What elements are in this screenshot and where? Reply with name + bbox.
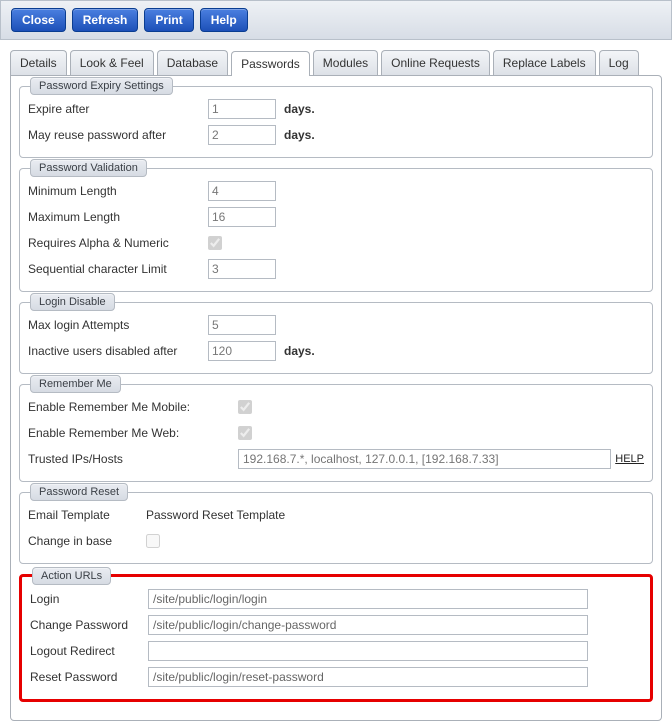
inactive-unit: days. [284,344,315,358]
logout-url-input[interactable] [148,641,588,661]
expire-after-input[interactable] [208,99,276,119]
fieldset-password-validation: Password Validation Minimum Length Maxim… [19,168,653,292]
row-may-reuse: May reuse password after days. [28,123,644,147]
row-reset-pw-url: Reset Password [30,665,642,689]
change-in-base-checkbox[interactable] [146,534,160,548]
row-inactive: Inactive users disabled after days. [28,339,644,363]
requires-alnum-label: Requires Alpha & Numeric [28,236,208,250]
fieldset-action-urls: Action URLs Login Change Password Logout… [19,574,653,702]
seq-limit-input[interactable] [208,259,276,279]
may-reuse-unit: days. [284,128,315,142]
close-button[interactable]: Close [11,8,66,32]
tab-database[interactable]: Database [157,50,228,75]
row-change-in-base: Change in base [28,529,644,553]
email-template-value: Password Reset Template [146,508,285,522]
trusted-ips-help-link[interactable]: HELP [615,453,644,465]
remember-mobile-checkbox[interactable] [238,400,252,414]
inactive-input[interactable] [208,341,276,361]
remember-web-checkbox[interactable] [238,426,252,440]
expire-after-unit: days. [284,102,315,116]
tab-log[interactable]: Log [599,50,639,75]
tab-modules[interactable]: Modules [313,50,378,75]
login-url-input[interactable] [148,589,588,609]
row-expire-after: Expire after days. [28,97,644,121]
help-button[interactable]: Help [200,8,248,32]
fieldset-title: Login Disable [30,293,115,311]
row-change-pw-url: Change Password [30,613,642,637]
requires-alnum-checkbox[interactable] [208,236,222,250]
seq-limit-label: Sequential character Limit [28,262,208,276]
fieldset-login-disable: Login Disable Max login Attempts Inactiv… [19,302,653,374]
fieldset-password-reset: Password Reset Email Template Password R… [19,492,653,564]
fieldset-password-expiry: Password Expiry Settings Expire after da… [19,86,653,158]
remember-mobile-label: Enable Remember Me Mobile: [28,400,238,414]
print-button[interactable]: Print [144,8,193,32]
row-trusted-ips: Trusted IPs/Hosts HELP [28,447,644,471]
row-email-template: Email Template Password Reset Template [28,503,644,527]
row-remember-mobile: Enable Remember Me Mobile: [28,395,644,419]
row-seq-limit: Sequential character Limit [28,257,644,281]
inactive-label: Inactive users disabled after [28,344,208,358]
fieldset-title: Remember Me [30,375,121,393]
change-pw-url-label: Change Password [30,618,148,632]
fieldset-remember-me: Remember Me Enable Remember Me Mobile: E… [19,384,653,482]
row-max-attempts: Max login Attempts [28,313,644,337]
max-attempts-input[interactable] [208,315,276,335]
expire-after-label: Expire after [28,102,208,116]
max-length-input[interactable] [208,207,276,227]
change-in-base-label: Change in base [28,534,146,548]
tab-look-feel[interactable]: Look & Feel [70,50,154,75]
logout-url-label: Logout Redirect [30,644,148,658]
fieldset-title: Action URLs [32,567,111,585]
row-remember-web: Enable Remember Me Web: [28,421,644,445]
tab-online-requests[interactable]: Online Requests [381,50,490,75]
refresh-button[interactable]: Refresh [72,8,139,32]
min-length-input[interactable] [208,181,276,201]
change-pw-url-input[interactable] [148,615,588,635]
tab-bar: Details Look & Feel Database Passwords M… [0,40,672,75]
max-attempts-label: Max login Attempts [28,318,208,332]
tab-passwords[interactable]: Passwords [231,51,310,76]
login-url-label: Login [30,592,148,606]
row-max-length: Maximum Length [28,205,644,229]
max-length-label: Maximum Length [28,210,208,224]
reset-pw-url-input[interactable] [148,667,588,687]
fieldset-title: Password Expiry Settings [30,77,173,95]
toolbar: Close Refresh Print Help [0,0,672,40]
fieldset-title: Password Validation [30,159,147,177]
row-requires-alnum: Requires Alpha & Numeric [28,231,644,255]
row-login-url: Login [30,587,642,611]
reset-pw-url-label: Reset Password [30,670,148,684]
tab-details[interactable]: Details [10,50,67,75]
trusted-ips-input[interactable] [238,449,611,469]
fieldset-title: Password Reset [30,483,128,501]
row-min-length: Minimum Length [28,179,644,203]
tab-replace-labels[interactable]: Replace Labels [493,50,596,75]
email-template-label: Email Template [28,508,146,522]
may-reuse-label: May reuse password after [28,128,208,142]
may-reuse-input[interactable] [208,125,276,145]
remember-web-label: Enable Remember Me Web: [28,426,238,440]
trusted-ips-label: Trusted IPs/Hosts [28,452,238,466]
panel-body: Password Expiry Settings Expire after da… [10,75,662,721]
min-length-label: Minimum Length [28,184,208,198]
row-logout-url: Logout Redirect [30,639,642,663]
